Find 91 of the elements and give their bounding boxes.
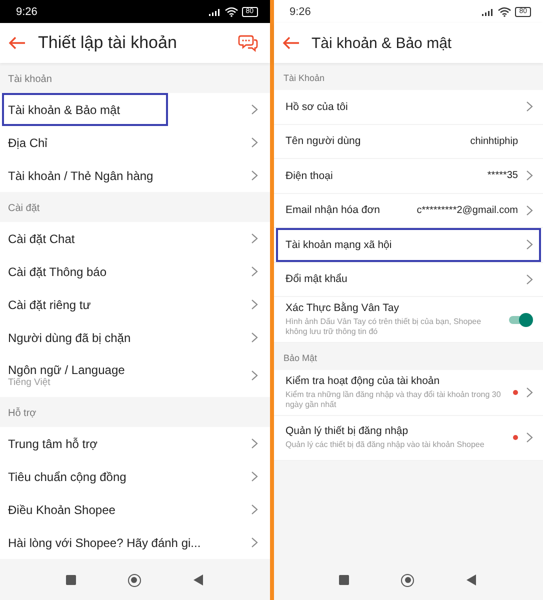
item-subtitle: Quản lý các thiết bị đã đăng nhập vào tài khoản Shopee	[286, 440, 486, 450]
item-value: c*********2@gmail.com	[416, 204, 518, 216]
chevron-icon	[250, 170, 258, 181]
chevron-icon	[250, 471, 258, 482]
menu-item[interactable]: Đổi mật khẩu	[274, 262, 543, 297]
toggle-switch[interactable]	[509, 312, 533, 326]
recents-button[interactable]	[66, 575, 76, 585]
chevron-icon	[526, 101, 533, 112]
chevron-icon	[526, 170, 533, 182]
chevron-icon	[526, 274, 533, 285]
menu-item[interactable]: Kiểm tra hoạt động của tài khoản Kiểm tra những lần đăng nhập và thay đổi tài khoản trong 30 ngày gần nhất	[274, 370, 543, 416]
menu-item[interactable]: Tài khoản & Bảo mật	[0, 93, 270, 126]
chevron-icon	[250, 332, 258, 343]
item-label: Quản lý thiết bị đăng nhập	[286, 425, 410, 438]
section-label: Hỗ trợ	[7, 406, 38, 421]
signal-icon	[482, 8, 494, 16]
item-label: Kiểm tra hoạt động của tài khoản	[286, 375, 441, 387]
section-label: Tài Khoản	[282, 72, 326, 85]
screen-title: Tài khoản & Bảo mật	[312, 34, 453, 52]
home-button[interactable]	[128, 574, 141, 586]
chevron-icon	[526, 239, 533, 250]
chat-icon[interactable]	[238, 34, 258, 52]
item-label: Tài khoản mạng xã hội	[286, 238, 393, 251]
item-label: Hài lòng với Shopee? Hãy đánh gi...	[8, 536, 202, 550]
chevron-icon	[526, 387, 533, 398]
item-subtitle: Tiếng Việt	[8, 377, 52, 388]
chevron-icon	[250, 104, 258, 115]
menu-item[interactable]: Người dùng đã bị chặn	[0, 321, 270, 354]
chevron-icon	[250, 299, 258, 310]
item-label: Điện thoại	[286, 170, 334, 182]
menu-item[interactable]: Tên người dùng chinhtiphip	[274, 124, 543, 159]
item-subtitle: Kiểm tra những lần đăng nhập và thay đổi tài khoản trong 30 ngày gần nhất	[286, 390, 502, 410]
item-value: *****35	[487, 170, 518, 182]
item-label: Xác Thực Bằng Vân Tay	[286, 302, 400, 314]
section-label: Tài khoản	[7, 73, 53, 87]
status-time: 9:26	[290, 6, 311, 18]
item-value: chinhtiphip	[470, 136, 518, 147]
menu-item[interactable]: Tài khoản / Thẻ Ngân hàng	[0, 159, 270, 192]
chevron-icon	[250, 137, 258, 148]
signal-icon	[208, 8, 221, 16]
chevron-icon	[526, 432, 533, 444]
item-label: Cài đặt Thông báo	[8, 264, 108, 278]
item-label: Cài đặt riêng tư	[8, 298, 92, 312]
menu-item[interactable]: Điện thoại *****35	[274, 159, 543, 194]
chevron-icon	[526, 204, 533, 216]
back-button[interactable]	[466, 574, 478, 586]
item-label: Trung tâm hỗ trợ	[8, 436, 98, 450]
chevron-icon	[250, 438, 258, 449]
chevron-icon	[250, 370, 258, 381]
back-arrow-icon[interactable]	[8, 36, 26, 50]
item-label: Email nhận hóa đơn	[286, 204, 381, 216]
menu-item[interactable]: Cài đặt Chat	[0, 222, 270, 255]
menu-item[interactable]: Điều Khoản Shopee	[0, 493, 270, 526]
menu-item[interactable]: Cài đặt Thông báo	[0, 255, 270, 288]
item-label: Người dùng đã bị chặn	[8, 330, 132, 344]
menu-item[interactable]: Quản lý thiết bị đăng nhập Quản lý các thiết bị đã đăng nhập vào tài khoản Shopee	[274, 416, 543, 460]
home-button[interactable]	[401, 574, 414, 586]
item-label: Đổi mật khẩu	[286, 273, 348, 286]
section-label: Bảo Mật	[282, 352, 318, 365]
menu-item[interactable]: Địa Chỉ	[0, 126, 270, 159]
status-time: 9:26	[16, 6, 38, 18]
section-label: Cài đặt	[7, 202, 41, 216]
menu-item[interactable]: Trung tâm hỗ trợ	[0, 427, 270, 460]
menu-item[interactable]: Hài lòng với Shopee? Hãy đánh gi...	[0, 526, 270, 559]
back-arrow-icon[interactable]	[282, 36, 300, 50]
item-label: Địa Chỉ	[8, 136, 48, 150]
menu-item[interactable]: Tiêu chuẩn cộng đồng	[0, 460, 270, 493]
item-label: Tiêu chuẩn cộng đồng	[8, 470, 128, 484]
chevron-icon	[250, 504, 258, 515]
item-label: Tài khoản / Thẻ Ngân hàng	[8, 168, 154, 182]
item-label: Ngôn ngữ / Language	[8, 363, 126, 377]
setting-row[interactable]: Xác Thực Bằng Vân Tay Hình ảnh Dấu Vân Tay có trên thiết bị của bạn, Shopee không lưu trữ thông tin đó	[274, 297, 543, 343]
item-label: Cài đặt Chat	[8, 232, 76, 246]
item-label: Điều Khoản Shopee	[8, 502, 116, 516]
wifi-icon	[224, 6, 238, 16]
menu-item[interactable]: Ngôn ngữ / Language Tiếng Việt	[0, 354, 270, 397]
chevron-icon	[250, 233, 258, 244]
menu-item[interactable]: Email nhận hóa đơn c*********2@gmail.com	[274, 194, 543, 228]
recents-button[interactable]	[339, 575, 350, 585]
chevron-icon	[250, 537, 258, 548]
screen-title: Thiết lập tài khoản	[38, 33, 178, 53]
item-label: Tài khoản & Bảo mật	[8, 102, 122, 116]
wifi-icon	[498, 6, 512, 16]
item-label: Tên người dùng	[286, 135, 362, 148]
back-button[interactable]	[192, 574, 204, 586]
item-label: Hồ sơ của tôi	[286, 100, 349, 113]
chevron-icon	[250, 266, 258, 277]
menu-item[interactable]: Tài khoản mạng xã hội	[274, 228, 543, 262]
menu-item[interactable]: Hồ sơ của tôi	[274, 90, 543, 124]
item-subtitle: Hình ảnh Dấu Vân Tay có trên thiết bị của bạn, Shopee không lưu trữ thông tin đó	[286, 317, 482, 337]
menu-item[interactable]: Cài đặt riêng tư	[0, 288, 270, 321]
